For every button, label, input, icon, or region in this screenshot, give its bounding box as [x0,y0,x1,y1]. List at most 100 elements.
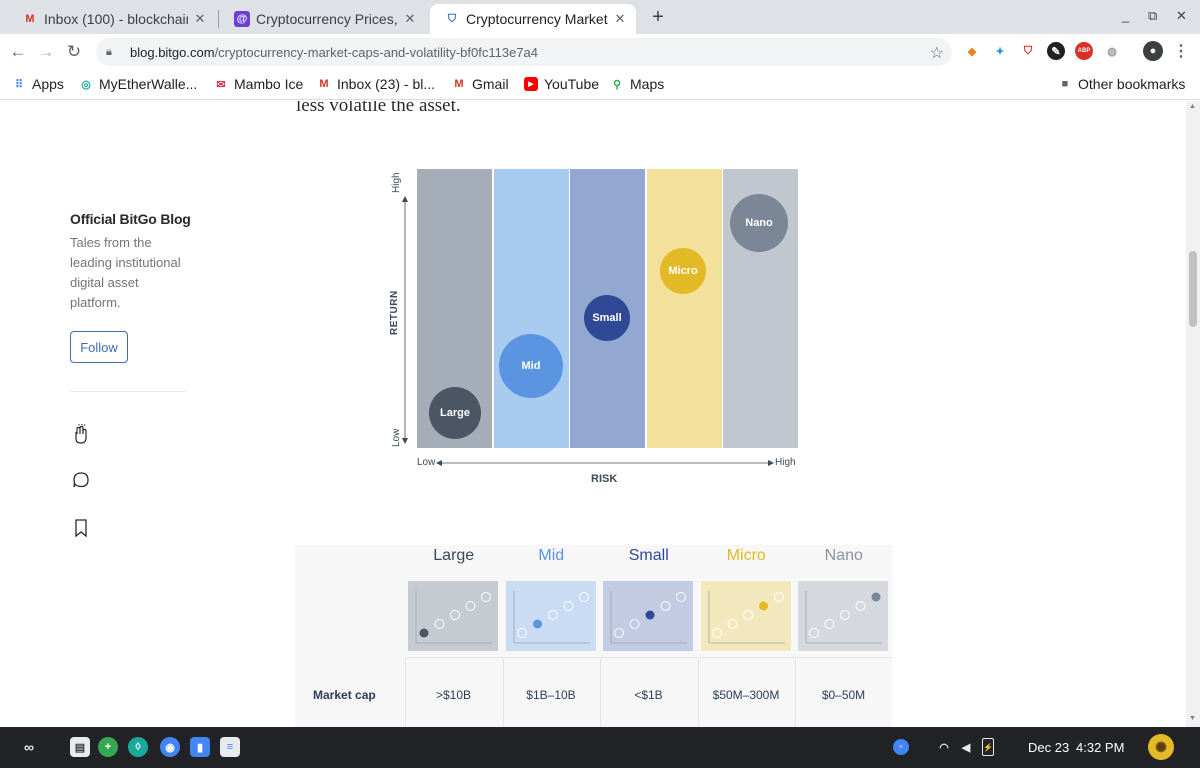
y-axis-low-label: Low [391,428,402,447]
scroll-thumb[interactable] [1189,251,1197,327]
tab-separator [218,10,219,28]
close-window-button[interactable]: ✕ [1176,8,1187,24]
y-axis-high-label: High [391,172,402,193]
table-divider [405,657,892,658]
comment-icon[interactable] [70,469,92,491]
column-header-mid: Mid [538,547,565,564]
risk-thumbnail-large [408,581,498,651]
row-label: Market cap [313,688,376,702]
tab-gmail-inbox[interactable]: M Inbox (100) - blockchainn ✕ [8,4,216,34]
scroll-down-icon[interactable]: ▼ [1189,715,1196,722]
close-icon[interactable]: ✕ [612,11,628,27]
shelf-time[interactable]: 4:32 PM [1076,740,1124,755]
forward-button[interactable]: → [36,42,56,62]
tab-title: Cryptocurrency Prices, C [256,11,398,27]
adblock-icon[interactable]: ABP [1075,42,1093,60]
volume-icon[interactable]: ◀ [956,737,976,757]
x-axis-title: RISK [591,473,618,485]
close-icon[interactable]: ✕ [402,11,418,27]
blog-name[interactable]: Official BitGo Blog [70,211,191,227]
risk-thumbnail-small [603,581,693,651]
bookmark-label: YouTube [544,76,600,92]
wallet-app-icon[interactable]: ◊ [128,737,148,757]
bookmark-youtube[interactable]: ▶ YouTube [524,76,599,92]
scroll-up-icon[interactable]: ▲ [1189,103,1196,110]
metamask-icon[interactable]: ◆ [963,42,981,60]
page-scrollbar[interactable]: ▲ ▼ [1186,101,1200,727]
risk-return-chart: High Low RETURN Low High RISK Large Mid Sm… [385,163,805,493]
myetherwallet-icon: ◎ [81,78,91,91]
new-tab-button[interactable]: + [648,6,668,29]
column-header-micro: Micro [726,547,766,564]
minimize-button[interactable]: _ [1122,8,1129,23]
shield-icon[interactable]: ⛉ [1019,42,1037,60]
url-path: /cryptocurrency-market-caps-and-volatili… [214,44,539,60]
bookmark-apps[interactable]: ⠿ Apps [12,76,64,92]
chrome-icon[interactable]: ◉ [160,737,180,757]
tab-cryptocurrency-prices[interactable]: @ Cryptocurrency Prices, C ✕ [220,4,426,34]
browser-toolbar: ← → ↻ 🔒︎ blog.bitgo.com/cryptocurrency-m… [0,34,1200,70]
bookmark-label: Inbox (23) - bl... [337,76,436,92]
bitgo-icon: ⛉ [447,12,457,25]
extension-icon[interactable]: ✦ [991,42,1009,60]
close-icon[interactable]: ✕ [192,11,208,27]
add-icon[interactable]: + [98,737,118,757]
follow-button[interactable]: Follow [70,331,128,363]
market-cap-cell-nano: $0–50M [821,688,866,702]
assistant-icon[interactable]: ◦ [893,739,909,755]
youtube-icon: ▶ [524,77,538,91]
article-text: less volatile the asset. [296,101,461,116]
user-avatar[interactable]: ✺ [1148,734,1174,760]
clap-icon[interactable] [70,423,92,445]
bookmark-label: Other bookmarks [1078,76,1186,92]
market-cap-cell-small: <$1B [634,688,663,702]
bookmark-icon[interactable] [70,517,92,539]
tab-title: Cryptocurrency Market C [466,11,608,27]
risk-thumbnail-mid [505,581,596,651]
column-header-small: Small [628,547,669,564]
risk-thumbnail-nano [798,581,888,651]
bookmark-label: Gmail [472,76,509,92]
bookmark-maps[interactable]: ⚲ Maps [610,76,664,92]
bookmark-label: Maps [630,76,665,92]
risk-thumbnail-micro [700,581,791,651]
maps-icon: ⚲ [612,78,622,91]
wifi-icon[interactable]: ◠ [934,737,954,757]
restore-button[interactable]: ⧉ [1148,8,1157,24]
bookmark-label: MyEtherWalle... [99,76,198,92]
x-axis-low-label: Low [417,457,436,468]
bookmarks-bar: ⠿ Apps ◎ MyEtherWalle... ✉ Mambo Ice M I… [0,70,1200,100]
extension-icon[interactable]: ✎ [1047,42,1065,60]
mambo-icon: ✉ [216,78,226,91]
bookmark-inbox[interactable]: M Inbox (23) - bl... [317,76,435,92]
address-bar[interactable]: 🔒︎ blog.bitgo.com/cryptocurrency-market-… [96,38,952,66]
tab-strip: M Inbox (100) - blockchainn ✕ @ Cryptocu… [0,0,1200,34]
divider [70,391,186,392]
market-cap-cell-large: >$10B [435,688,472,702]
column-header-nano: Nano [824,547,863,564]
system-shelf: ∞ ▤ + ◊ ◉ ▮ ≡ ◦ ◠ ◀ ⚡ Dec 23 4:32 PM ✺ [0,727,1200,768]
menu-icon[interactable]: ⋮ [1172,42,1190,60]
blog-description: Tales from the leading institutional dig… [70,235,181,310]
back-button[interactable]: ← [8,42,28,62]
avatar[interactable]: ● [1143,41,1163,61]
globe-icon[interactable]: ◍ [1103,42,1121,60]
phone-app-icon[interactable]: ▮ [190,737,210,757]
bookmark-gmail[interactable]: M Gmail [452,76,509,92]
battery-icon[interactable]: ⚡ [982,738,994,756]
apps-icon: ⠿ [14,78,24,91]
launcher-icon[interactable]: ∞ [16,737,42,757]
bookmark-label: Mambo Ice [234,76,304,92]
tab-cryptocurrency-market[interactable]: ⛉ Cryptocurrency Market C ✕ [430,4,636,34]
other-bookmarks[interactable]: ■ Other bookmarks [1058,76,1186,92]
files-icon[interactable]: ▤ [70,737,90,757]
shelf-date[interactable]: Dec 23 [1028,740,1069,755]
bookmark-myetherwallet[interactable]: ◎ MyEtherWalle... [79,76,197,92]
bookmark-mambo-ice[interactable]: ✉ Mambo Ice [214,76,303,92]
docs-icon[interactable]: ≡ [220,737,240,757]
reload-button[interactable]: ↻ [64,42,84,62]
chart-bubble-nano: Nano [730,194,788,252]
url-host: blog.bitgo.com [130,44,215,60]
star-icon[interactable]: ☆ [930,43,944,63]
gmail-icon: M [319,78,329,90]
